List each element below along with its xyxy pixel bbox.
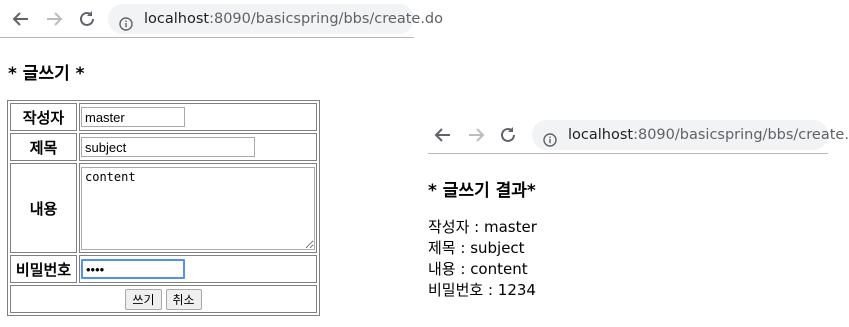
password-input[interactable]: [81, 259, 185, 279]
result-writer: 작성자 : master: [428, 218, 537, 236]
reload-icon[interactable]: [76, 8, 98, 30]
result-password: 비밀번호 : 1234: [428, 281, 536, 299]
form-actions: 쓰기 취소: [10, 285, 317, 313]
password-label: 비밀번호: [10, 255, 77, 283]
back-arrow-icon[interactable]: [10, 8, 32, 30]
subject-label: 제목: [10, 133, 77, 161]
writer-label: 작성자: [10, 103, 77, 131]
browser-toolbar-left: localhost:8090/basicspring/bbs/create.do: [0, 0, 443, 38]
content-textarea[interactable]: content: [81, 166, 315, 250]
browser-toolbar-right: localhost:8090/basicspring/bbs/create.do: [428, 116, 849, 154]
forward-arrow-icon[interactable]: [43, 8, 65, 30]
back-arrow-icon[interactable]: [432, 124, 454, 146]
cancel-button[interactable]: 취소: [165, 288, 202, 310]
result-subject: 제목 : subject: [428, 239, 525, 257]
writer-input[interactable]: [81, 107, 185, 127]
address-bar[interactable]: localhost:8090/basicspring/bbs/create.do: [108, 4, 443, 34]
url-host: localhost: [144, 11, 210, 27]
result-content: 내용 : content: [428, 260, 528, 278]
info-icon[interactable]: [119, 12, 133, 31]
reload-icon[interactable]: [497, 124, 519, 146]
subject-input[interactable]: [81, 137, 255, 157]
info-icon[interactable]: [543, 128, 557, 147]
content-label: 내용: [10, 163, 77, 253]
address-bar[interactable]: localhost:8090/basicspring/bbs/create.do: [532, 120, 849, 150]
url-path: :8090/basicspring/bbs/create.do: [633, 127, 849, 143]
write-form-table: 작성자 제목 내용 content 비밀번호 쓰기취소: [7, 100, 320, 316]
result-title: * 글쓰기 결과*: [428, 181, 536, 201]
forward-arrow-icon[interactable]: [465, 124, 487, 146]
result-body: 작성자 : master 제목 : subject 내용 : content 비…: [428, 217, 537, 301]
url-host: localhost: [568, 127, 634, 143]
page-title: * 글쓰기 *: [8, 64, 85, 84]
submit-button[interactable]: 쓰기: [125, 288, 162, 310]
url-path: :8090/basicspring/bbs/create.do: [209, 11, 443, 27]
